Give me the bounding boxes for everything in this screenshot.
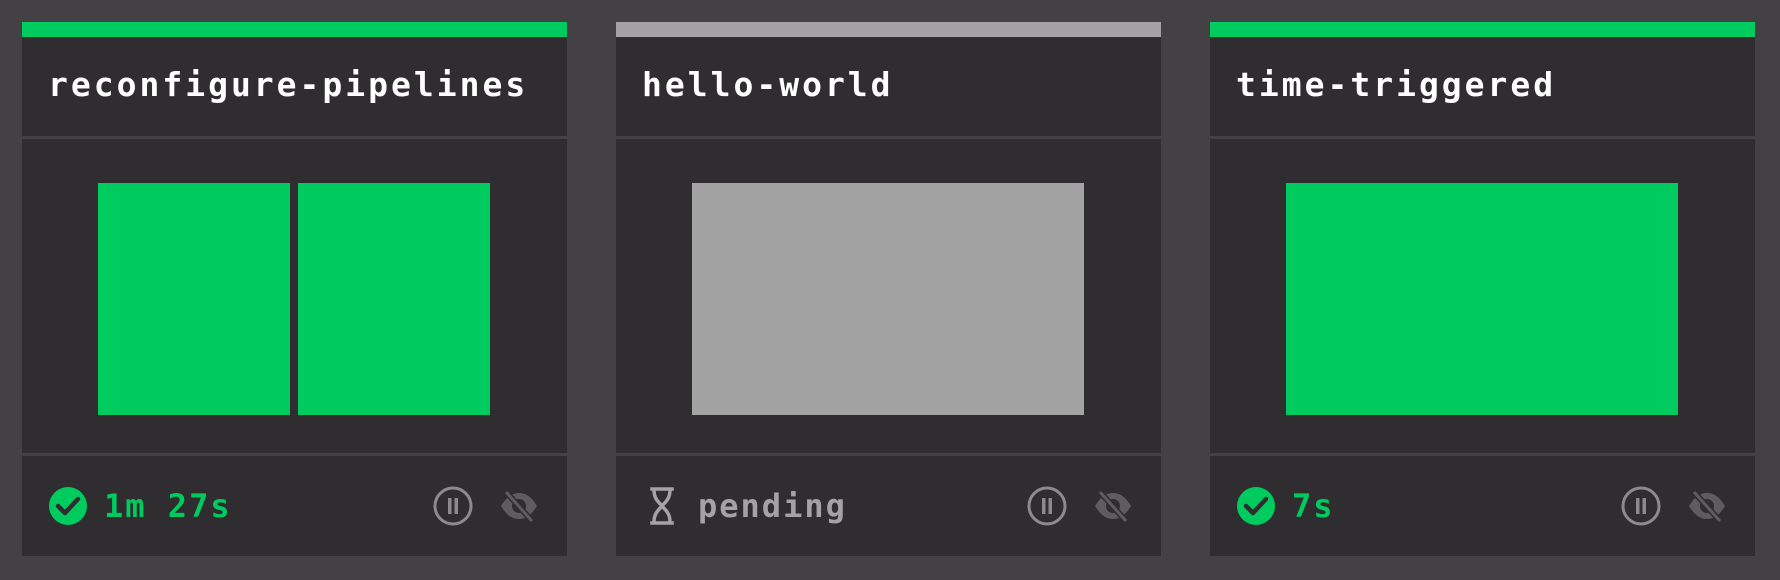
status-duration: 7s — [1292, 487, 1335, 525]
pipeline-card-time-triggered[interactable]: time-triggered 7s — [1210, 22, 1755, 559]
pipeline-dashboard: reconfigure-pipelines 1m 27s hello-world… — [0, 0, 1780, 580]
card-header: time-triggered — [1210, 37, 1755, 139]
pipeline-preview[interactable] — [616, 139, 1161, 456]
status-bar — [22, 22, 567, 37]
status-bar — [616, 22, 1161, 37]
pause-circle-icon[interactable] — [1025, 484, 1069, 528]
status-bar — [1210, 22, 1755, 37]
job-box[interactable] — [298, 183, 490, 415]
eye-slash-icon[interactable] — [1091, 484, 1135, 528]
check-circle-icon — [1236, 486, 1276, 526]
pipeline-name[interactable]: reconfigure-pipelines — [48, 65, 528, 104]
card-footer: 1m 27s — [22, 456, 567, 556]
status-duration: 1m 27s — [104, 487, 232, 525]
pipeline-card-hello-world[interactable]: hello-world pending — [616, 22, 1161, 559]
pipeline-preview[interactable] — [1210, 139, 1755, 456]
card-footer: pending — [616, 456, 1161, 556]
job-box[interactable] — [98, 183, 290, 415]
card-header: reconfigure-pipelines — [22, 37, 567, 139]
job-box[interactable] — [692, 183, 1084, 415]
eye-slash-icon[interactable] — [497, 484, 541, 528]
pipeline-preview[interactable] — [22, 139, 567, 456]
check-circle-icon — [48, 486, 88, 526]
pipeline-name[interactable]: hello-world — [642, 65, 894, 104]
eye-slash-icon[interactable] — [1685, 484, 1729, 528]
job-box[interactable] — [1286, 183, 1678, 415]
card-footer: 7s — [1210, 456, 1755, 556]
status-text: pending — [698, 487, 847, 525]
pipeline-name[interactable]: time-triggered — [1236, 65, 1556, 104]
card-header: hello-world — [616, 37, 1161, 139]
hourglass-icon — [642, 486, 682, 526]
pause-circle-icon[interactable] — [431, 484, 475, 528]
pause-circle-icon[interactable] — [1619, 484, 1663, 528]
pipeline-card-reconfigure-pipelines[interactable]: reconfigure-pipelines 1m 27s — [22, 22, 567, 559]
